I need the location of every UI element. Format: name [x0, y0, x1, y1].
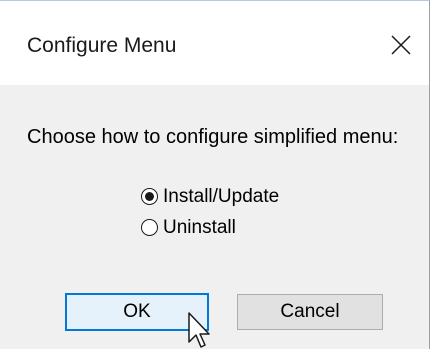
prompt-text: Choose how to configure simplified menu:	[27, 126, 399, 148]
uninstall-radio[interactable]: Uninstall	[141, 215, 279, 240]
radio-unchecked-icon	[141, 219, 158, 236]
uninstall-label: Uninstall	[163, 217, 236, 238]
mouse-pointer-icon	[188, 312, 210, 348]
cancel-button[interactable]: Cancel	[237, 294, 383, 330]
close-icon	[391, 35, 411, 55]
radio-checked-icon	[141, 188, 158, 205]
configure-menu-dialog: Configure Menu Choose how to configure s…	[0, 0, 430, 349]
configure-options: Install/Update Uninstall	[141, 184, 279, 246]
window-title: Configure Menu	[27, 34, 177, 57]
title-bar: Configure Menu	[0, 1, 429, 85]
install-update-label: Install/Update	[163, 186, 280, 207]
install-update-radio[interactable]: Install/Update	[141, 184, 279, 209]
close-button[interactable]	[381, 26, 421, 64]
